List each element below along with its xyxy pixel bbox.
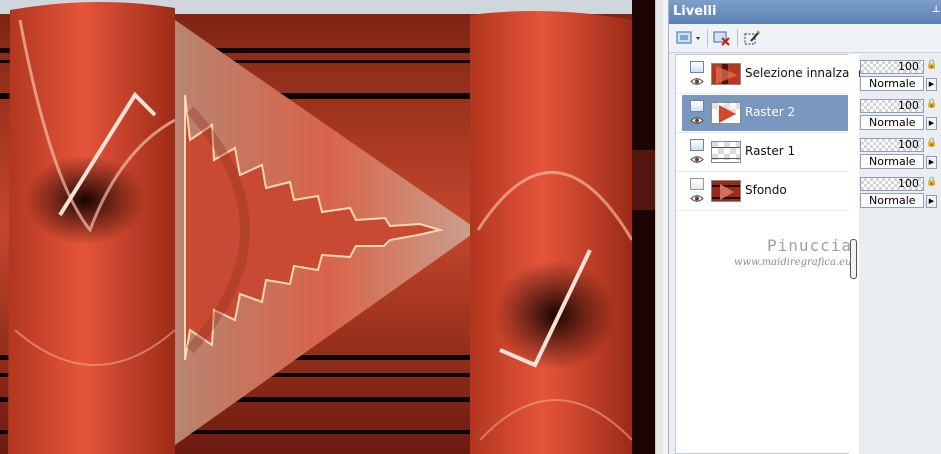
layer-name: Selezione innalzata [745, 66, 862, 80]
panel-title-text: Livelli [673, 4, 717, 19]
layer-properties-row: 100 🔒 Normale ▶ [860, 132, 941, 170]
blend-mode-select[interactable]: Normale [860, 76, 924, 91]
layer-thumbnail [711, 102, 741, 124]
layer-properties-row: 100 🔒 Normale ▶ [860, 93, 941, 131]
layer-properties-row: 100 🔒 Normale ▶ [860, 171, 941, 209]
panel-title: Livelli ⊥ [669, 0, 941, 24]
layer-visibility-toggle[interactable] [690, 100, 704, 112]
pin-icon[interactable]: ⊥ [932, 4, 940, 16]
layer-name: Raster 1 [745, 144, 796, 158]
layer-name: Sfondo [745, 183, 787, 197]
layer-row-body[interactable]: Selezione innalzata [682, 56, 861, 92]
opacity-slider[interactable]: 100 [860, 60, 924, 74]
layer-row-raster-1[interactable]: Raster 1 [676, 133, 854, 172]
edit-selection-icon [744, 30, 761, 45]
layer-row-body[interactable]: Sfondo [682, 173, 848, 209]
blend-mode-arrow-icon[interactable]: ▶ [926, 195, 937, 208]
eye-icon[interactable] [690, 77, 704, 86]
layer-row-raster-2[interactable]: Raster 2 [676, 94, 854, 133]
layer-row-sfondo[interactable]: Sfondo [676, 172, 854, 211]
edit-selection-button[interactable] [741, 27, 763, 49]
blend-mode-arrow-icon[interactable]: ▶ [926, 156, 937, 169]
layer-thumbnail [711, 180, 741, 202]
new-layer-button[interactable] [671, 27, 705, 49]
toolbar-separator [707, 29, 708, 47]
blend-mode-select[interactable]: Normale [860, 154, 924, 169]
toolbar-separator [737, 29, 738, 47]
artwork [0, 0, 655, 454]
layer-row-body[interactable]: Raster 1 [682, 134, 848, 170]
layer-thumbnail [711, 63, 741, 85]
blend-mode-select[interactable]: Normale [860, 193, 924, 208]
layers-panel: Livelli ⊥ Selezione innalzata Raster 2 R… [668, 0, 941, 454]
layer-properties-column: 100 🔒 Normale ▶ 100 🔒 Normale ▶ 100 🔒 No… [860, 54, 941, 454]
lock-icon[interactable]: 🔒 [926, 138, 937, 150]
layer-row-selezione-innalzata[interactable]: Selezione innalzata [676, 55, 861, 94]
eye-icon[interactable] [690, 155, 704, 164]
blend-mode-arrow-icon[interactable]: ▶ [926, 78, 937, 91]
layer-name: Raster 2 [745, 105, 796, 119]
layers-toolbar [669, 24, 941, 53]
blend-mode-arrow-icon[interactable]: ▶ [926, 117, 937, 130]
lock-icon[interactable]: 🔒 [926, 177, 937, 189]
delete-layer-icon [713, 31, 730, 46]
layer-visibility-toggle[interactable] [690, 178, 704, 190]
eye-icon[interactable] [690, 194, 704, 203]
opacity-slider[interactable]: 100 [860, 99, 924, 113]
layer-properties-row: 100 🔒 Normale ▶ [860, 54, 941, 92]
layer-row-body[interactable]: Raster 2 [682, 95, 848, 131]
opacity-slider[interactable]: 100 [860, 177, 924, 191]
blend-mode-select[interactable]: Normale [860, 115, 924, 130]
lock-icon[interactable]: 🔒 [926, 60, 937, 72]
layer-thumbnail [711, 141, 741, 163]
image-canvas[interactable] [0, 0, 655, 454]
opacity-slider[interactable]: 100 [860, 138, 924, 152]
watermark-title: Pinuccia [767, 236, 853, 255]
lock-icon[interactable]: 🔒 [926, 99, 937, 111]
eye-icon[interactable] [690, 116, 704, 125]
delete-layer-button[interactable] [711, 27, 733, 49]
layer-visibility-toggle[interactable] [690, 61, 704, 73]
layer-visibility-toggle[interactable] [690, 139, 704, 151]
watermark-url: www.maidiregrafica.eu [734, 257, 852, 268]
new-layer-icon [676, 31, 700, 44]
